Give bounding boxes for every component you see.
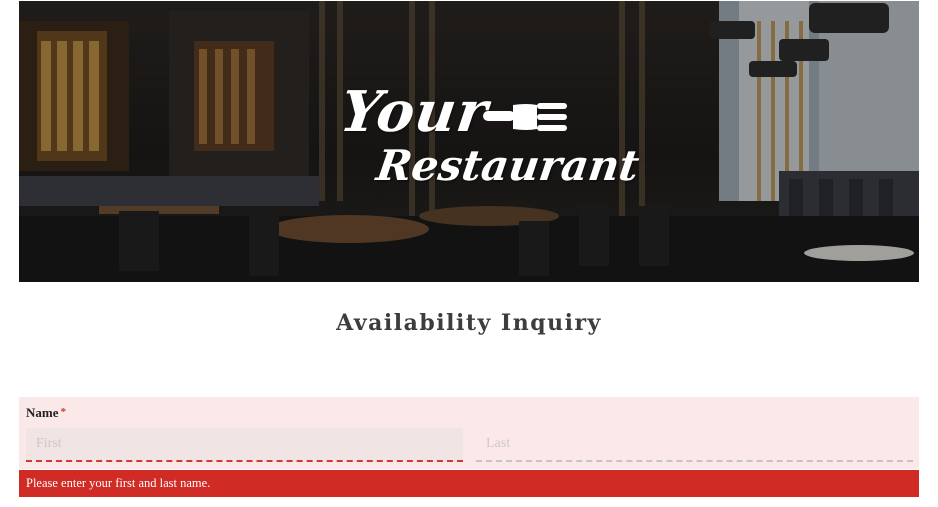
logo-text-restaurant: Restaurant	[373, 141, 643, 190]
name-label-text: Name	[26, 405, 59, 420]
name-error-message: Please enter your first and last name.	[19, 470, 919, 497]
restaurant-logo: Your Restaurant	[19, 1, 919, 282]
page-title: Availability Inquiry	[336, 310, 602, 336]
name-label: Name *	[26, 405, 66, 421]
name-field-group: Name *	[19, 397, 919, 469]
logo-text-your: Your	[336, 79, 493, 145]
hero-banner: Your Restaurant	[19, 1, 919, 282]
required-asterisk: *	[60, 406, 67, 418]
first-name-input[interactable]	[26, 428, 463, 462]
fork-icon	[483, 103, 567, 131]
last-name-input[interactable]	[476, 428, 913, 462]
